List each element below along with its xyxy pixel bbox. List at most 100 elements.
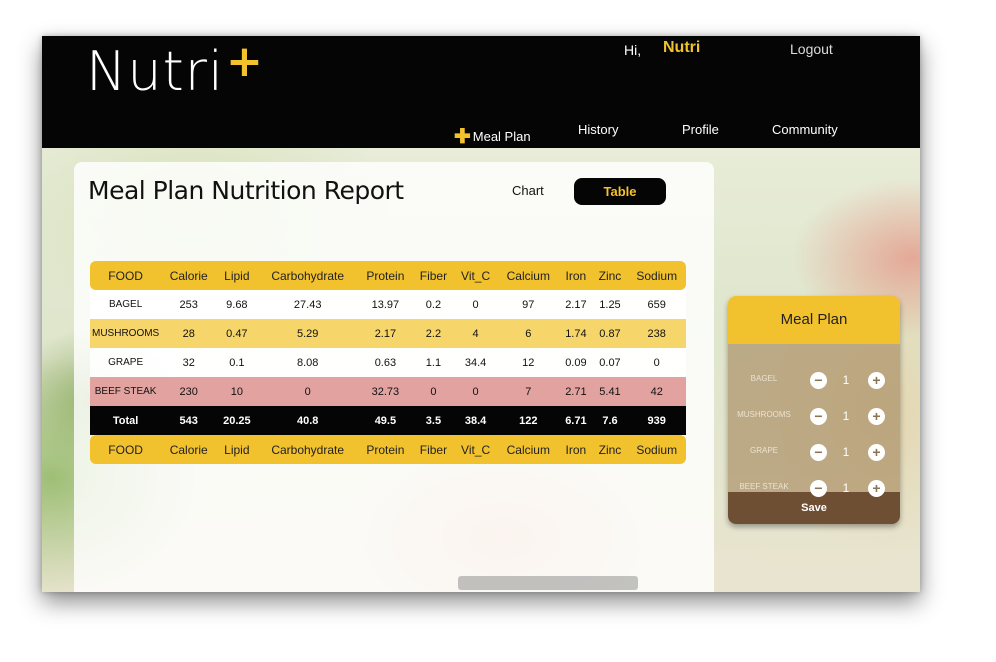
table-row: BAGEL 253 9.68 27.43 13.97 0.2 0 97 2.17… <box>90 290 686 319</box>
table-cell: 4 <box>453 319 498 348</box>
column-footer: Zinc <box>592 435 628 464</box>
plus-circle-icon[interactable]: + <box>868 408 885 425</box>
table-cell: 20.25 <box>216 406 258 435</box>
column-footer: Protein <box>357 435 413 464</box>
table-cell: 0 <box>453 377 498 406</box>
minus-icon[interactable]: − <box>810 408 827 425</box>
plus-icon: ✚ <box>454 126 471 148</box>
minus-icon[interactable]: − <box>810 480 827 497</box>
table-cell: 659 <box>627 290 686 319</box>
table-cell: 1.25 <box>592 290 628 319</box>
meal-item-qty: 1 <box>842 445 850 459</box>
meal-item-name: MUSHROOMS <box>737 410 791 419</box>
table-row: BEEF STEAK 230 10 0 32.73 0 0 7 2.71 5.4… <box>90 377 686 406</box>
table-cell: 2.2 <box>412 319 454 348</box>
logo[interactable]: Nutri+ <box>86 36 264 103</box>
page-title: Meal Plan Nutrition Report <box>88 176 404 205</box>
minus-icon[interactable]: − <box>810 444 827 461</box>
column-header: Lipid <box>216 261 258 290</box>
table-cell: 0.09 <box>559 348 593 377</box>
table-cell: 6 <box>497 319 560 348</box>
table-cell: Total <box>90 406 162 435</box>
column-header: Calorie <box>161 261 217 290</box>
table-cell: 2.71 <box>559 377 593 406</box>
table-total-row: Total 543 20.25 40.8 49.5 3.5 38.4 122 6… <box>90 406 686 435</box>
table-header-row: FOOD Calorie Lipid Carbohydrate Protein … <box>90 261 686 290</box>
table-cell: 122 <box>497 406 560 435</box>
table-view-toggle[interactable]: Table <box>574 178 666 205</box>
column-header: Protein <box>357 261 413 290</box>
nav-meal-plan[interactable]: ✚ Meal Plan <box>454 122 531 148</box>
table-cell: BAGEL <box>90 290 162 319</box>
table-cell: 32 <box>161 348 217 377</box>
logo-plus-icon: + <box>226 36 264 87</box>
table-cell: 6.71 <box>559 406 593 435</box>
logout-link[interactable]: Logout <box>790 41 833 57</box>
table-cell: 38.4 <box>453 406 498 435</box>
meal-item-name: BAGEL <box>750 374 778 383</box>
column-footer: Iron <box>559 435 593 464</box>
greeting: Hi, <box>624 42 642 58</box>
table-cell: 5.29 <box>257 319 358 348</box>
meal-item-qty: 1 <box>842 481 850 495</box>
table-cell: 0.87 <box>592 319 628 348</box>
table-cell: 0 <box>453 290 498 319</box>
table-cell: 543 <box>161 406 217 435</box>
nav-community[interactable]: Community <box>772 122 838 137</box>
plus-circle-icon[interactable]: + <box>868 480 885 497</box>
table-cell: 253 <box>161 290 217 319</box>
nav-label: Meal Plan <box>472 129 531 144</box>
column-footer: Fiber <box>412 435 454 464</box>
column-footer: Calorie <box>161 435 217 464</box>
table-cell: 5.41 <box>592 377 628 406</box>
meal-item-qty: 1 <box>842 373 850 387</box>
chart-view-toggle[interactable]: Chart <box>512 183 544 198</box>
nav-profile[interactable]: Profile <box>682 122 719 137</box>
plus-circle-icon[interactable]: + <box>868 372 885 389</box>
table-cell: 7.6 <box>592 406 628 435</box>
column-header: Vit_C <box>453 261 498 290</box>
table-cell: 10 <box>216 377 258 406</box>
meal-plan-item: BEEF STEAK − 1 + <box>728 478 900 500</box>
column-header: FOOD <box>90 261 162 290</box>
plus-circle-icon[interactable]: + <box>868 444 885 461</box>
table-cell: 3.5 <box>412 406 454 435</box>
column-header: Calcium <box>497 261 560 290</box>
nav-history[interactable]: History <box>578 122 618 137</box>
table-cell: 28 <box>161 319 217 348</box>
meal-item-qty: 1 <box>842 409 850 423</box>
table-cell: 0.63 <box>357 348 413 377</box>
column-header: Zinc <box>592 261 628 290</box>
nav-label: Community <box>772 122 838 137</box>
meal-plan-item: BAGEL − 1 + <box>728 370 900 392</box>
column-footer: Carbohydrate <box>257 435 358 464</box>
minus-icon[interactable]: − <box>810 372 827 389</box>
table-cell: 238 <box>627 319 686 348</box>
table-cell: 42 <box>627 377 686 406</box>
nav-label: History <box>578 122 619 137</box>
meal-plan-item: GRAPE − 1 + <box>728 442 900 464</box>
table-cell: 27.43 <box>257 290 358 319</box>
table-footer-row: FOOD Calorie Lipid Carbohydrate Protein … <box>90 435 686 464</box>
column-footer: FOOD <box>90 435 162 464</box>
app-window: Nutri+ Hi, Nutri Logout ✚ Meal Plan Histo… <box>42 36 920 592</box>
username[interactable]: Nutri <box>663 39 700 57</box>
bottom-scroll-handle[interactable] <box>458 576 638 590</box>
table-cell: 49.5 <box>357 406 413 435</box>
table-cell: 32.73 <box>357 377 413 406</box>
table-cell: 230 <box>161 377 217 406</box>
meal-plan-items: BAGEL − 1 + MUSHROOMS − 1 + GRAPE − 1 + … <box>728 344 900 497</box>
column-header: Sodium <box>627 261 686 290</box>
table-cell: 2.17 <box>357 319 413 348</box>
meal-plan-item: MUSHROOMS − 1 + <box>728 406 900 428</box>
table-cell: 0 <box>412 377 454 406</box>
meal-plan-title: Meal Plan <box>728 296 900 344</box>
table-cell: 0 <box>257 377 358 406</box>
column-footer: Sodium <box>627 435 686 464</box>
table-cell: 0 <box>627 348 686 377</box>
column-header: Carbohydrate <box>257 261 358 290</box>
table-cell: GRAPE <box>90 348 162 377</box>
meal-item-name: GRAPE <box>749 446 778 455</box>
nutrition-table: FOOD Calorie Lipid Carbohydrate Protein … <box>90 261 686 464</box>
logo-text: Nutri <box>86 40 224 103</box>
